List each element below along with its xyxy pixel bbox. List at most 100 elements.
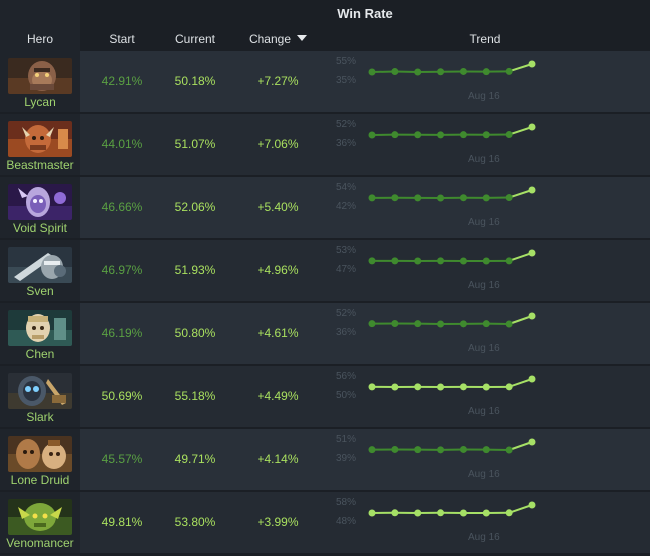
trend-point[interactable] (368, 320, 376, 328)
trend-line-segment (508, 378, 533, 388)
trend-point[interactable] (414, 383, 422, 391)
hero-row[interactable]: Venomancer 49.81% 53.80% +3.99% 58% 48% … (0, 492, 650, 555)
trend-point[interactable] (528, 375, 536, 383)
trend-point[interactable] (391, 194, 399, 202)
hero-row[interactable]: Void Spirit 46.66% 52.06% +5.40% 54% 42%… (0, 177, 650, 240)
trend-point[interactable] (391, 445, 399, 453)
trend-point[interactable] (482, 446, 490, 454)
trend-point[interactable] (505, 194, 513, 202)
hero-portrait[interactable] (8, 121, 72, 157)
trend-point[interactable] (391, 320, 399, 327)
trend-point[interactable] (391, 68, 399, 76)
trend-point[interactable] (505, 446, 513, 454)
start-column-header[interactable]: Start (92, 28, 152, 51)
trend-point[interactable] (505, 67, 513, 75)
hero-name[interactable]: Venomancer (0, 536, 80, 550)
trend-sparkline: 52% 36% Aug 16 (330, 303, 560, 364)
hero-portrait[interactable] (8, 373, 72, 409)
current-win-rate: 52.06% (174, 200, 216, 214)
hero-row[interactable]: Lone Druid 45.57% 49.71% +4.14% 51% 39% … (0, 429, 650, 492)
trend-point[interactable] (437, 131, 445, 139)
trend-point[interactable] (414, 509, 422, 517)
change-column-header[interactable]: Change (238, 28, 318, 51)
trend-point[interactable] (368, 257, 376, 265)
trend-point[interactable] (437, 68, 445, 76)
trend-point[interactable] (437, 194, 445, 202)
hero-name[interactable]: Lycan (0, 95, 80, 109)
hero-row[interactable]: Lycan 42.91% 50.18% +7.27% 55% 35% Aug 1… (0, 51, 650, 114)
trend-point[interactable] (414, 68, 422, 76)
hero-row[interactable]: Sven 46.97% 51.93% +4.96% 53% 47% Aug 16 (0, 240, 650, 303)
trend-point[interactable] (459, 445, 467, 453)
trend-point[interactable] (528, 60, 536, 68)
trend-point[interactable] (482, 131, 490, 139)
current-column-header[interactable]: Current (165, 28, 225, 51)
current-win-rate: 51.93% (174, 263, 216, 277)
trend-point[interactable] (391, 383, 399, 391)
hero-row[interactable]: Beastmaster 44.01% 51.07% +7.06% 52% 36%… (0, 114, 650, 177)
trend-point[interactable] (391, 257, 399, 265)
trend-point[interactable] (482, 194, 490, 202)
trend-point[interactable] (437, 320, 445, 328)
hero-name[interactable]: Beastmaster (0, 158, 80, 172)
trend-point[interactable] (368, 383, 376, 391)
trend-point[interactable] (482, 383, 490, 391)
trend-point[interactable] (528, 438, 536, 446)
trend-point[interactable] (459, 509, 467, 517)
trend-point[interactable] (459, 383, 467, 391)
trend-point[interactable] (368, 194, 376, 202)
trend-point[interactable] (528, 186, 536, 194)
hero-name[interactable]: Lone Druid (0, 473, 80, 487)
hero-name[interactable]: Slark (0, 410, 80, 424)
trend-point[interactable] (528, 312, 536, 320)
trend-point[interactable] (505, 131, 513, 139)
trend-point[interactable] (459, 194, 467, 202)
trend-point[interactable] (482, 68, 490, 76)
trend-point[interactable] (505, 257, 513, 265)
trend-point[interactable] (505, 320, 513, 328)
trend-point[interactable] (528, 123, 536, 131)
trend-point[interactable] (391, 131, 399, 139)
hero-column-header[interactable]: Hero (0, 28, 80, 51)
trend-point[interactable] (505, 509, 513, 517)
hero-portrait[interactable] (8, 247, 72, 283)
hero-portrait[interactable] (8, 310, 72, 346)
trend-point[interactable] (414, 194, 422, 202)
trend-point[interactable] (368, 509, 376, 517)
current-win-rate: 49.71% (174, 452, 216, 466)
hero-name[interactable]: Sven (0, 284, 80, 298)
trend-point[interactable] (437, 257, 445, 265)
trend-point[interactable] (459, 320, 467, 328)
trend-line-segment (508, 252, 533, 262)
trend-point[interactable] (414, 257, 422, 265)
trend-point[interactable] (414, 131, 422, 139)
trend-point[interactable] (459, 257, 467, 265)
hero-portrait[interactable] (8, 184, 72, 220)
hero-portrait[interactable] (8, 436, 72, 472)
trend-point[interactable] (459, 131, 467, 139)
trend-line-segment (508, 441, 533, 451)
trend-point[interactable] (437, 446, 445, 454)
trend-point[interactable] (528, 249, 536, 257)
trend-point[interactable] (459, 67, 467, 75)
trend-point[interactable] (368, 446, 376, 454)
hero-name[interactable]: Chen (0, 347, 80, 361)
trend-point[interactable] (437, 509, 445, 517)
hero-portrait[interactable] (8, 58, 72, 94)
hero-row[interactable]: Chen 46.19% 50.80% +4.61% 52% 36% Aug 16 (0, 303, 650, 366)
trend-point[interactable] (482, 257, 490, 265)
trend-point[interactable] (437, 383, 445, 391)
trend-point[interactable] (414, 320, 422, 328)
hero-name[interactable]: Void Spirit (0, 221, 80, 235)
hero-portrait[interactable] (8, 499, 72, 535)
trend-point[interactable] (414, 446, 422, 454)
trend-point[interactable] (482, 509, 490, 517)
trend-point[interactable] (391, 509, 399, 517)
trend-point[interactable] (528, 501, 536, 509)
trend-point[interactable] (482, 320, 490, 328)
trend-point[interactable] (368, 131, 376, 139)
trend-point[interactable] (505, 383, 513, 391)
trend-point[interactable] (368, 68, 376, 76)
win-rate-change: +4.14% (257, 452, 299, 466)
hero-row[interactable]: Slark 50.69% 55.18% +4.49% 56% 50% Aug 1… (0, 366, 650, 429)
